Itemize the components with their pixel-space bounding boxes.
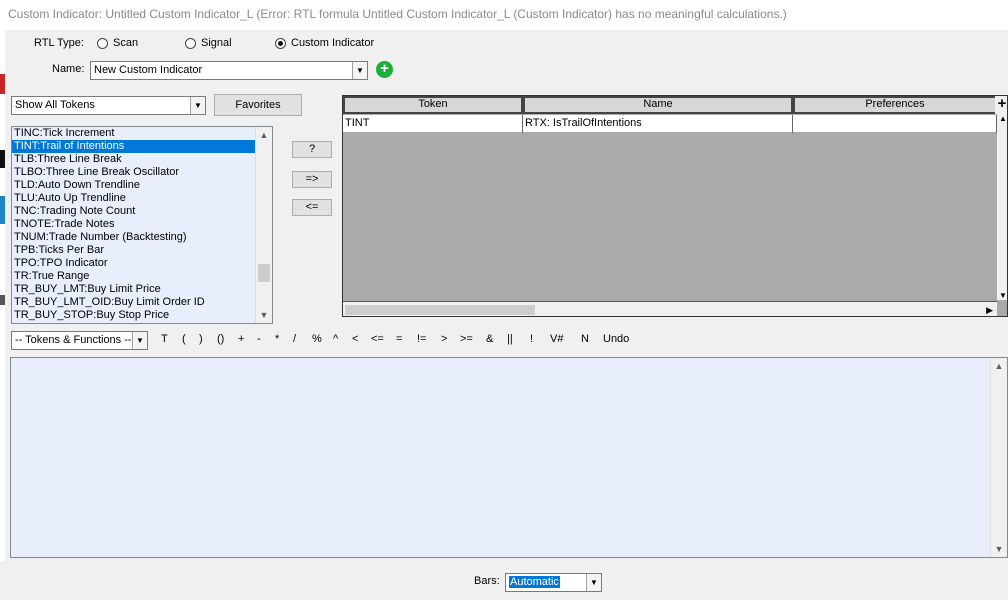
cell-name[interactable]: RTX: IsTrailOfIntentions [523, 115, 793, 133]
list-item[interactable]: TNC:Trading Note Count [12, 205, 257, 218]
background-window-edge [0, 30, 5, 600]
list-item[interactable]: TR_BUY_STOP:Buy Stop Price [12, 309, 257, 322]
column-header-name[interactable]: Name [523, 96, 793, 114]
operator-button[interactable]: != [417, 333, 426, 345]
list-item[interactable]: TINC:Tick Increment [12, 127, 257, 140]
chevron-down-icon[interactable]: ▼ [190, 97, 205, 114]
list-item[interactable]: TNUM:Trade Number (Backtesting) [12, 231, 257, 244]
list-item[interactable]: TLU:Auto Up Trendline [12, 192, 257, 205]
list-item[interactable]: TLD:Auto Down Trendline [12, 179, 257, 192]
list-item[interactable]: TPB:Ticks Per Bar [12, 244, 257, 257]
list-item[interactable]: TR_BUY_LMT:Buy Limit Price [12, 283, 257, 296]
radio-custom-indicator[interactable]: Custom Indicator [275, 37, 374, 49]
scroll-up-icon[interactable]: ▲ [997, 114, 1007, 123]
help-button[interactable]: ? [292, 141, 332, 158]
operator-button[interactable]: || [507, 333, 513, 345]
operator-button[interactable]: < [352, 333, 358, 345]
add-token-button[interactable]: => [292, 171, 332, 188]
name-combobox[interactable]: New Custom Indicator ▼ [90, 61, 368, 80]
scroll-up-icon[interactable]: ▲ [256, 127, 272, 143]
radio-scan-indicator [97, 37, 108, 49]
operator-button[interactable]: () [217, 333, 224, 345]
bars-value: Automatic [509, 576, 560, 588]
operator-button[interactable]: ^ [333, 333, 338, 345]
editor-scrollbar[interactable]: ▲ ▼ [990, 358, 1007, 557]
table-row[interactable]: TINT RTX: IsTrailOfIntentions [343, 115, 997, 133]
token-list-scrollbar[interactable]: ▲ ▼ [255, 127, 272, 323]
list-item-selected[interactable]: TINT:Trail of Intentions [12, 140, 257, 153]
list-item[interactable]: TR_BUY_LMT_OID:Buy Limit Order ID [12, 296, 257, 309]
rtl-type-label: RTL Type: [34, 37, 84, 49]
cell-preferences[interactable] [793, 115, 997, 133]
operator-button[interactable]: ( [182, 333, 186, 345]
operator-button[interactable]: T [161, 333, 168, 345]
radio-scan[interactable]: Scan [97, 37, 138, 49]
operator-button[interactable]: = [396, 333, 402, 345]
list-item[interactable]: TLB:Three Line Break [12, 153, 257, 166]
token-filter-select[interactable]: Show All Tokens ▼ [11, 96, 206, 115]
chevron-down-icon[interactable]: ▼ [586, 574, 601, 591]
operator-button[interactable]: - [257, 333, 261, 345]
radio-signal[interactable]: Signal [185, 37, 232, 49]
list-item[interactable]: TPO:TPO Indicator [12, 257, 257, 270]
operator-button[interactable]: * [275, 333, 279, 345]
operator-button[interactable]: & [486, 333, 493, 345]
list-item[interactable]: TLBO:Three Line Break Oscillator [12, 166, 257, 179]
tokens-functions-select[interactable]: -- Tokens & Functions -- ▼ [11, 331, 148, 350]
window-title: Custom Indicator: Untitled Custom Indica… [0, 0, 1008, 30]
operator-button[interactable]: N [581, 333, 589, 345]
selected-tokens-grid[interactable]: Token Name Preferences + TINT RTX: IsTra… [342, 95, 1008, 317]
scroll-down-icon[interactable]: ▼ [997, 291, 1007, 300]
chevron-down-icon[interactable]: ▼ [352, 62, 367, 79]
column-header-token[interactable]: Token [343, 96, 523, 114]
radio-custom-indicator-indicator [275, 37, 286, 49]
add-column-icon[interactable]: + [995, 96, 1007, 114]
remove-token-button[interactable]: <= [292, 199, 332, 216]
grid-vertical-scrollbar[interactable]: ▲ ▼ [997, 114, 1007, 300]
radio-scan-label: Scan [113, 37, 139, 49]
add-icon[interactable]: + [376, 61, 393, 78]
list-item[interactable]: TR:True Range [12, 270, 257, 283]
radio-signal-indicator [185, 37, 196, 49]
bars-select[interactable]: Automatic ▼ [505, 573, 602, 592]
chevron-down-icon[interactable]: ▼ [132, 332, 147, 349]
token-list-items: TINC:Tick Increment TINT:Trail of Intent… [12, 127, 257, 322]
formula-editor[interactable]: ▲ ▼ [10, 357, 1008, 558]
scroll-down-icon[interactable]: ▼ [256, 307, 272, 323]
grid-horizontal-scrollbar[interactable]: ▶ [343, 301, 997, 316]
operator-button[interactable]: ! [530, 333, 533, 345]
bottom-bar [0, 561, 1008, 600]
name-value: New Custom Indicator [94, 64, 203, 76]
radio-signal-label: Signal [201, 37, 232, 49]
scroll-right-icon[interactable]: ▶ [986, 302, 993, 316]
cell-token[interactable]: TINT [343, 115, 523, 133]
favorites-button[interactable]: Favorites [214, 94, 302, 116]
operator-button[interactable]: <= [371, 333, 384, 345]
operator-button[interactable]: + [238, 333, 244, 345]
operator-button[interactable]: % [312, 333, 322, 345]
scroll-thumb[interactable] [345, 305, 535, 315]
scroll-up-icon[interactable]: ▲ [991, 358, 1007, 374]
bars-label: Bars: [474, 575, 500, 587]
undo-button[interactable]: Undo [603, 333, 629, 345]
operator-button[interactable]: >= [460, 333, 473, 345]
scroll-down-icon[interactable]: ▼ [991, 541, 1007, 557]
token-filter-value: Show All Tokens [15, 99, 95, 111]
operator-button[interactable]: / [293, 333, 296, 345]
operator-button[interactable]: ) [199, 333, 203, 345]
column-header-preferences[interactable]: Preferences [793, 96, 997, 114]
radio-custom-indicator-label: Custom Indicator [291, 37, 375, 49]
scroll-thumb[interactable] [258, 264, 270, 282]
token-list[interactable]: TINC:Tick Increment TINT:Trail of Intent… [11, 126, 273, 324]
name-label: Name: [52, 63, 85, 75]
list-item[interactable]: TNOTE:Trade Notes [12, 218, 257, 231]
tokens-functions-value: -- Tokens & Functions -- [15, 334, 132, 346]
operator-button[interactable]: V# [550, 333, 563, 345]
operator-button[interactable]: > [441, 333, 447, 345]
